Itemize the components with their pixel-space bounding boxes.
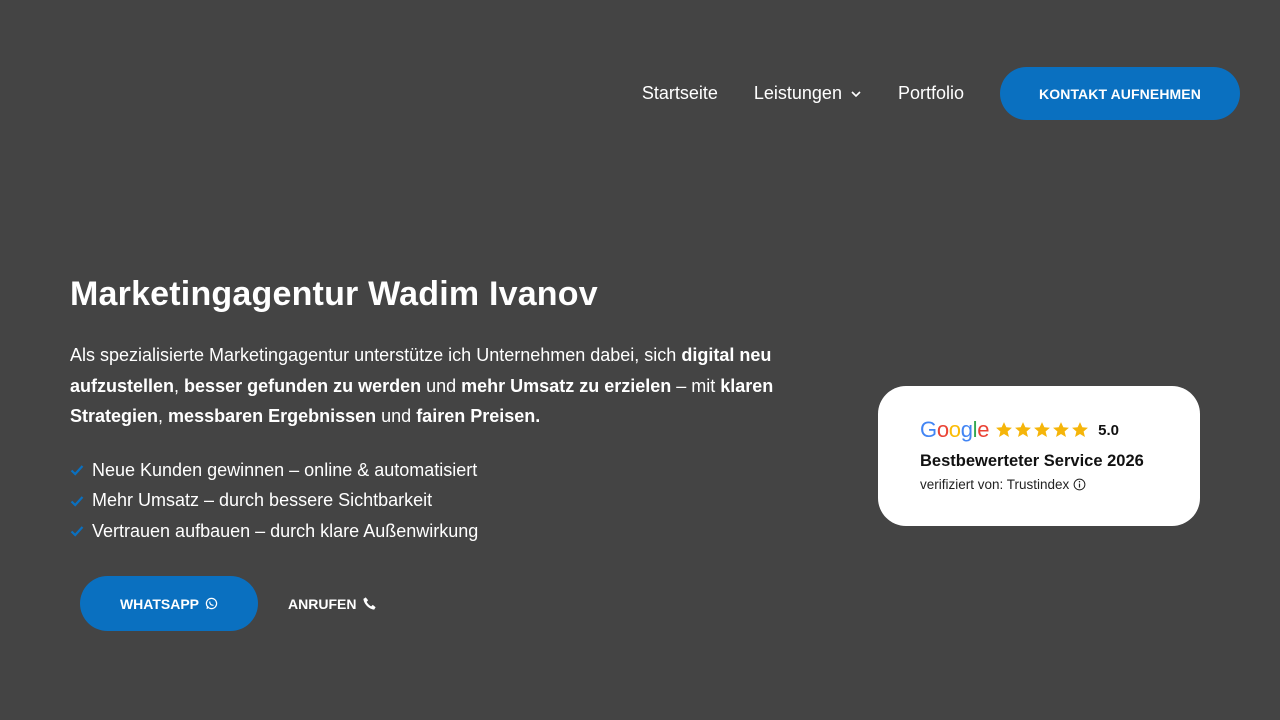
phone-icon [363, 597, 377, 610]
star-icon [1015, 422, 1032, 438]
nav-item-leistungen[interactable]: Leistungen [754, 83, 862, 104]
main-navigation: Startseite Leistungen Portfolio KONTAKT … [642, 67, 1240, 120]
star-icon [1034, 422, 1051, 438]
nav-item-label: Leistungen [753, 83, 842, 103]
benefits-list: Neue Kunden gewinnen – online & automati… [70, 455, 478, 547]
page: Startseite Leistungen Portfolio KONTAKT … [0, 0, 1280, 720]
check-icon [70, 465, 84, 476]
whatsapp-button-label: WHATSAPP [119, 595, 200, 612]
star-icon [1053, 422, 1070, 438]
body-text: Als spezialisierte Marketingagentur unte… [70, 345, 682, 365]
list-item: Vertrauen aufbauen – durch klare Außenwi… [70, 516, 478, 547]
rating-value: 5.0 [1098, 421, 1120, 439]
body-text: , [174, 375, 185, 396]
review-verification-text: verifiziert von: Trustindex [920, 477, 1070, 492]
body-text: – mit [671, 375, 721, 396]
chevron-down-icon [851, 90, 861, 97]
highlight-text: fairen Preisen. [416, 406, 541, 426]
star-icon [1072, 422, 1089, 438]
nav-item-startseite[interactable]: Startseite [642, 83, 718, 104]
whatsapp-button[interactable]: WHATSAPP [80, 576, 258, 631]
body-text: und [421, 375, 462, 396]
nav-item-label: Startseite [641, 83, 718, 103]
review-verification: verifiziert von: Trustindex [920, 477, 1200, 492]
call-button[interactable]: ANRUFEN [288, 576, 377, 631]
nav-item-portfolio[interactable]: Portfolio [898, 83, 964, 104]
check-icon [70, 496, 84, 507]
body-text: , [158, 406, 169, 426]
highlight-text: besser gefunden zu werden [184, 375, 422, 396]
nav-item-label: Portfolio [897, 83, 964, 103]
contact-button[interactable]: KONTAKT AUFNEHMEN [1000, 67, 1240, 120]
call-button-label: ANRUFEN [288, 595, 357, 612]
highlight-text: messbaren Ergebnissen [168, 406, 377, 426]
highlight-text: mehr Umsatz zu erzielen [461, 375, 672, 396]
list-item-label: Vertrauen aufbauen – durch klare Außenwi… [92, 520, 479, 541]
page-title: Marketingagentur Wadim Ivanov [70, 275, 598, 313]
info-icon[interactable] [1073, 478, 1086, 491]
star-icon [996, 422, 1013, 438]
review-badge[interactable]: Google 5.0 Bestbewerteter Service 2026 v… [878, 386, 1200, 526]
google-logo: Google [920, 417, 990, 442]
list-item-label: Neue Kunden gewinnen – online & automati… [92, 459, 478, 480]
check-icon [70, 526, 84, 537]
star-rating [995, 421, 1090, 439]
list-item-label: Mehr Umsatz – durch bessere Sichtbarkeit [92, 490, 433, 511]
review-header: Google 5.0 [920, 417, 1200, 442]
list-item: Mehr Umsatz – durch bessere Sichtbarkeit [70, 486, 478, 517]
review-title: Bestbewerteter Service 2026 [920, 452, 1144, 470]
contact-button-label: KONTAKT AUFNEHMEN [1039, 85, 1201, 102]
whatsapp-icon [205, 597, 218, 610]
body-text: und [376, 406, 417, 426]
list-item: Neue Kunden gewinnen – online & automati… [70, 455, 478, 486]
hero-description: Als spezialisierte Marketingagentur unte… [70, 340, 790, 432]
